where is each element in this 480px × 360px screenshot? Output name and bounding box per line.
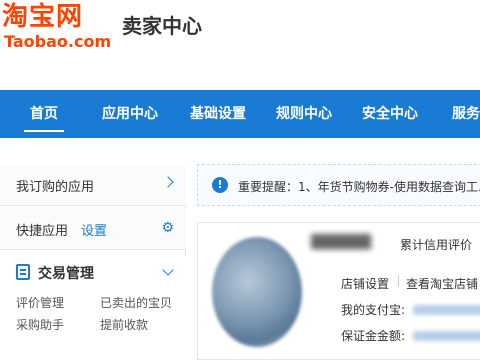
- chevron-down-icon[interactable]: [162, 264, 174, 276]
- nav-item-app-center[interactable]: 应用中心: [102, 90, 158, 138]
- nav-item-security-center[interactable]: 安全中心: [362, 90, 418, 138]
- logo-en-text: Taobao.com: [4, 32, 112, 51]
- sidebar-item-label: 我订购的应用: [16, 180, 95, 195]
- profile-card: ██████ 累计信用评价 店铺设置 查看淘宝店铺 我的支付宝: 保证金金额:: [197, 222, 480, 360]
- gear-icon[interactable]: ⚙: [161, 220, 174, 236]
- page-title: 卖家中心: [122, 14, 202, 38]
- notice-bar: ! 重要提醒：1、年货节购物券-使用数据查询工...: [197, 164, 480, 206]
- nav-item-home[interactable]: 首页: [24, 90, 64, 138]
- info-icon: !: [212, 177, 228, 193]
- alipay-account-blurred[interactable]: [413, 305, 480, 315]
- deposit-amount-blurred: [413, 331, 480, 341]
- sidebar-item-label: 快捷应用: [16, 224, 69, 239]
- username-blurred: ██████: [311, 235, 371, 250]
- view-shop-link[interactable]: 查看淘宝店铺: [406, 275, 478, 292]
- taobao-logo[interactable]: 淘宝网 Taobao.com: [0, 0, 120, 60]
- divider: [398, 275, 399, 287]
- header: 淘宝网 Taobao.com 卖家中心: [0, 0, 480, 90]
- main-nav: 首页 应用中心 基础设置 规则中心 安全中心 服务: [0, 90, 480, 138]
- nav-item-basic-settings[interactable]: 基础设置: [190, 90, 246, 138]
- shop-settings-link[interactable]: 店铺设置: [341, 275, 389, 292]
- chevron-right-icon: [162, 176, 174, 188]
- credit-rating-label[interactable]: 累计信用评价: [400, 236, 472, 253]
- alipay-label: 我的支付宝:: [341, 303, 406, 317]
- sidebar: 我订购的应用 快捷应用 设置 ⚙ 交易管理 评价管理 已卖出的宝贝 采购助手 提…: [0, 164, 186, 360]
- sidebar-item-quick-apps: 快捷应用 设置 ⚙: [0, 208, 186, 250]
- trade-management-title[interactable]: 交易管理: [38, 263, 94, 283]
- clipboard-icon: [16, 264, 30, 280]
- nav-item-rules-center[interactable]: 规则中心: [276, 90, 332, 138]
- trade-management-section: 交易管理 评价管理 已卖出的宝贝 采购助手 提前收款: [0, 256, 186, 360]
- sidebar-item-my-apps[interactable]: 我订购的应用: [0, 164, 186, 206]
- nav-item-services[interactable]: 服务: [452, 90, 480, 138]
- quick-apps-settings-link[interactable]: 设置: [81, 220, 107, 239]
- deposit-label: 保证金金额:: [341, 329, 406, 343]
- logo-cn-text: 淘宝网: [2, 2, 84, 32]
- notice-text[interactable]: 重要提醒：1、年货节购物券-使用数据查询工...: [238, 178, 480, 195]
- link-sold-items[interactable]: 已卖出的宝贝: [100, 294, 172, 311]
- link-early-payment[interactable]: 提前收款: [100, 316, 148, 333]
- avatar[interactable]: [212, 237, 302, 347]
- link-purchase-assistant[interactable]: 采购助手: [16, 316, 64, 333]
- link-rating-management[interactable]: 评价管理: [16, 294, 64, 311]
